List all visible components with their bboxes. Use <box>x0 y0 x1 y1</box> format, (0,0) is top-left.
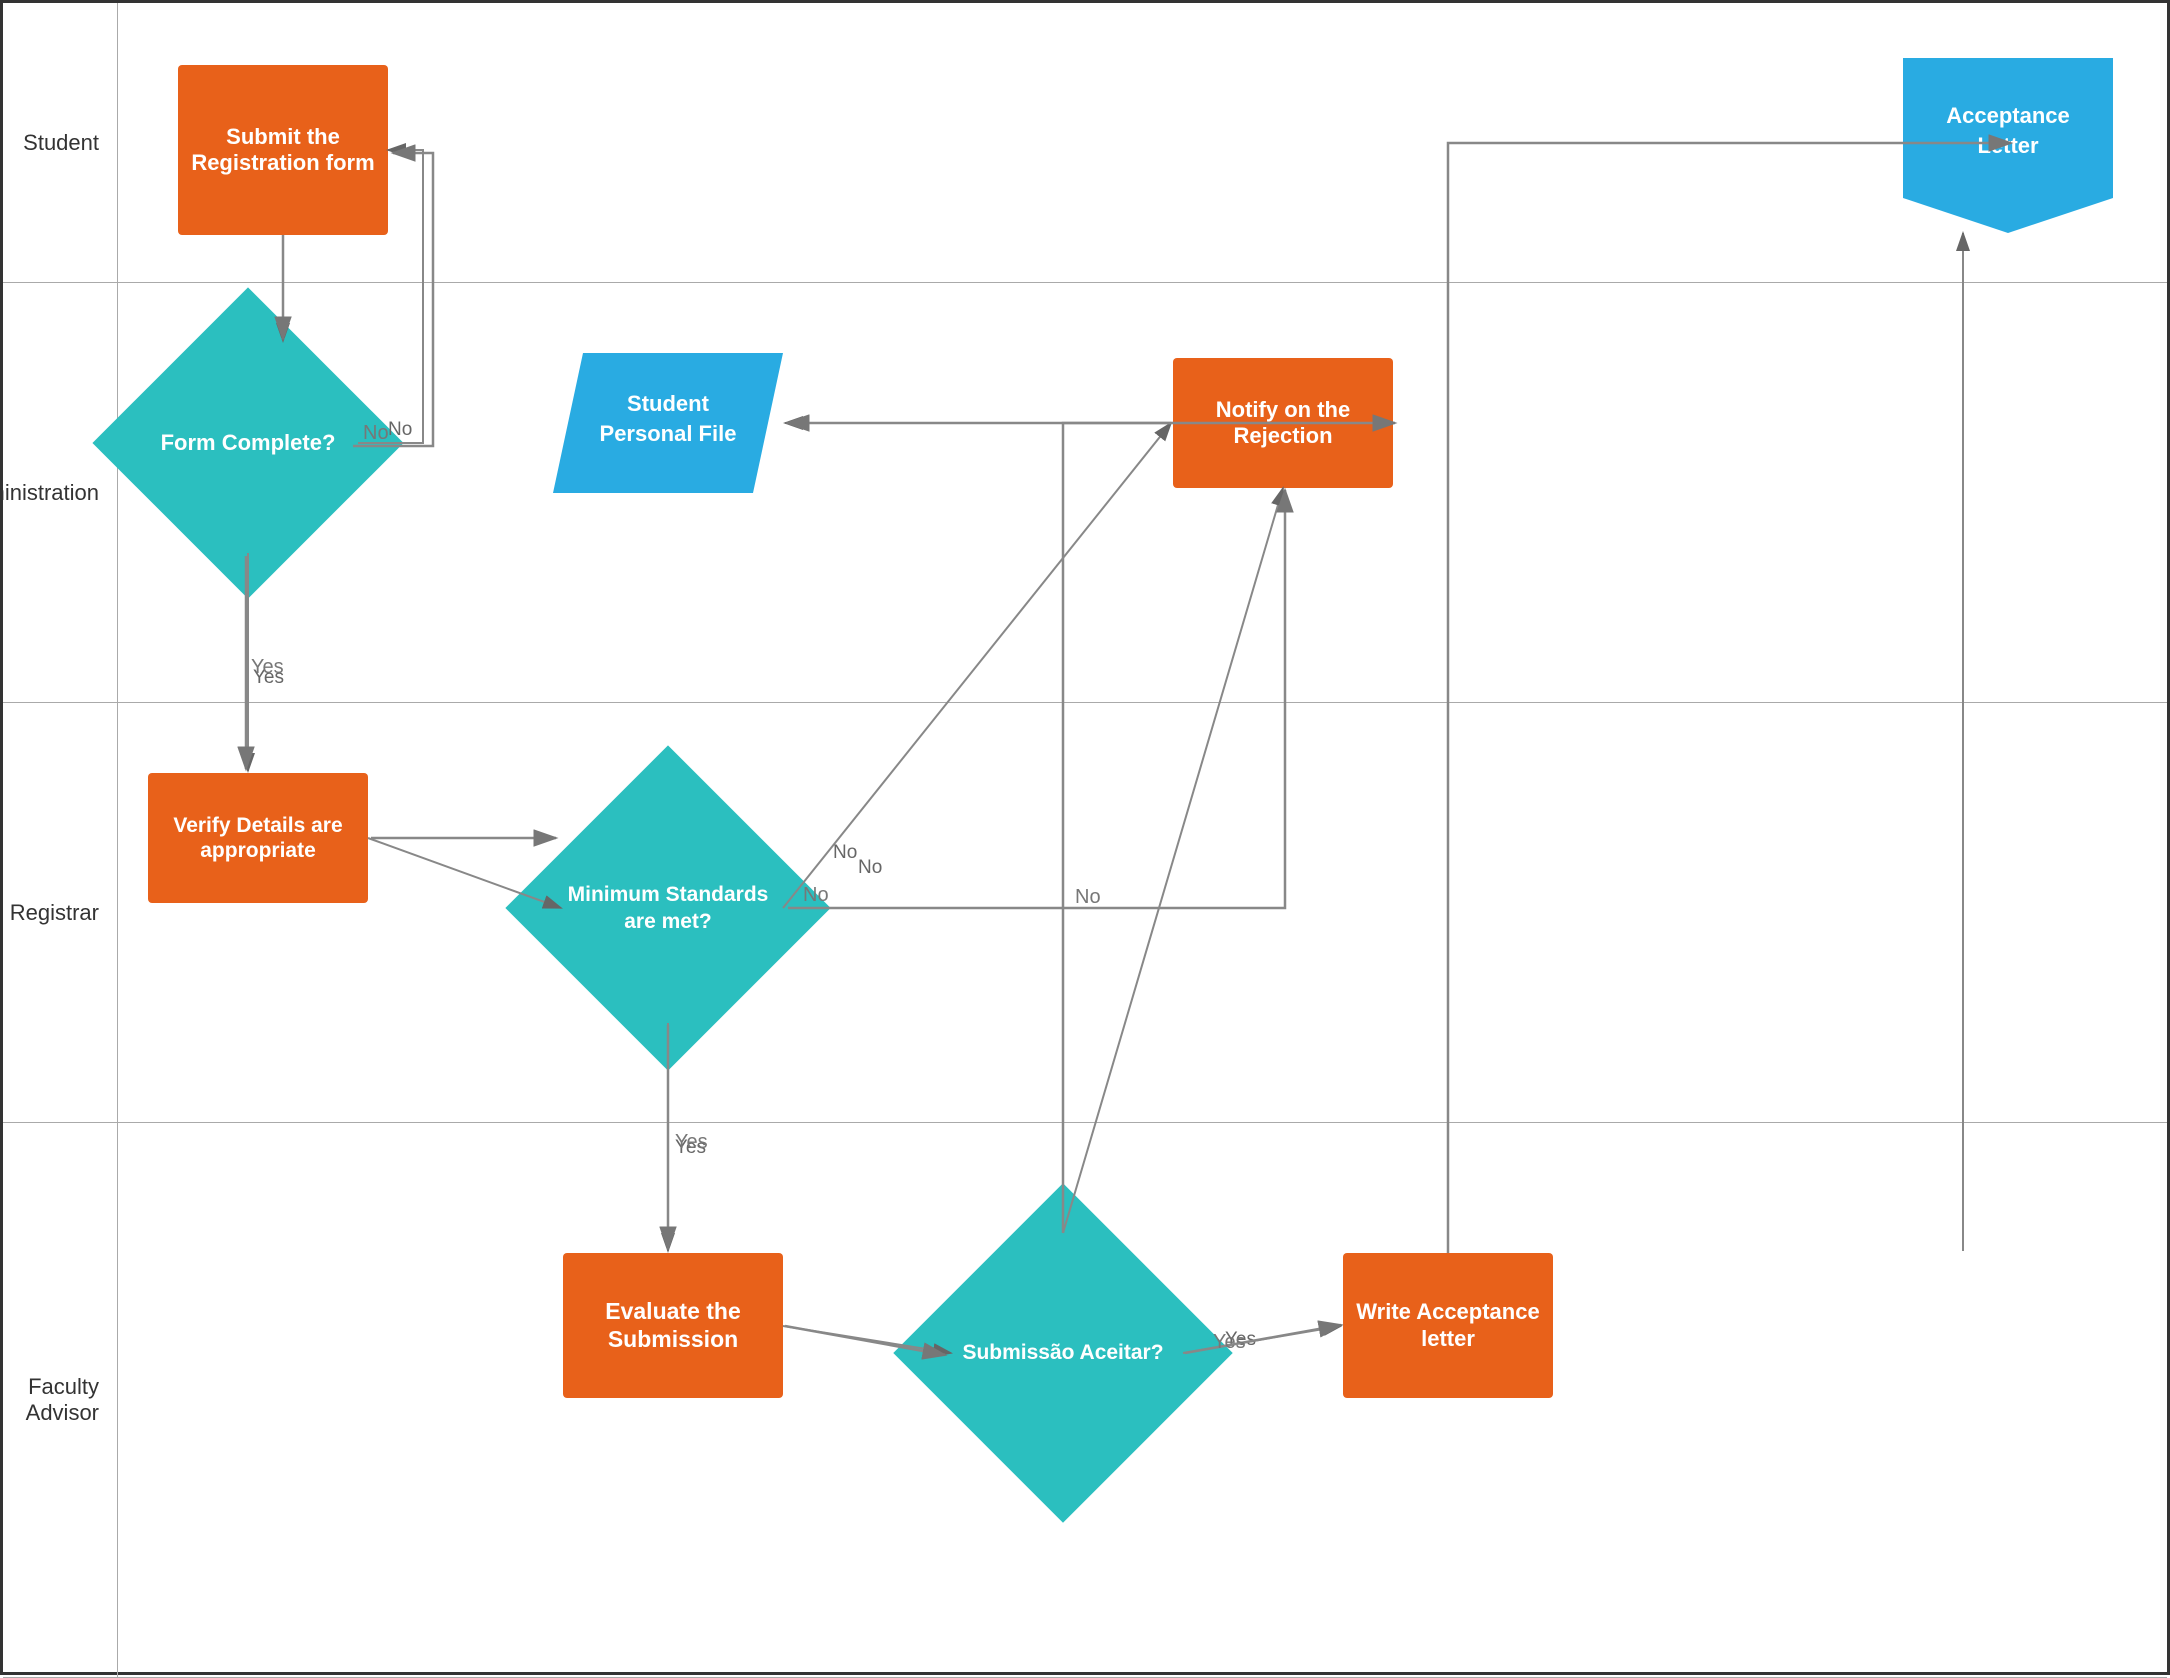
evaluate-submission-shape: Evaluate the Submission <box>563 1253 783 1398</box>
diagram: Student Administration Registrar Faculty… <box>0 0 2170 1675</box>
svg-text:Student: Student <box>627 391 710 416</box>
notify-rejection-label: Notify on the Rejection <box>1173 397 1393 450</box>
form-complete-shape: Form Complete? <box>138 333 358 553</box>
lane-admin-label: Administration <box>3 283 118 702</box>
write-acceptance-label: Write Acceptance letter <box>1343 1299 1553 1352</box>
svg-text:Letter: Letter <box>1977 133 2039 158</box>
submissao-aceitar-label: Submissão Aceitar? <box>943 1233 1183 1473</box>
evaluate-submission-label: Evaluate the Submission <box>563 1298 783 1353</box>
lane-student-label: Student <box>3 3 118 282</box>
verify-details-label: Verify Details are appropriate <box>148 813 368 863</box>
submit-form-label: Submit the Registration form <box>178 124 388 177</box>
svg-text:Personal File: Personal File <box>600 421 737 446</box>
verify-details-shape: Verify Details are appropriate <box>148 773 368 903</box>
acceptance-letter-shape: Acceptance Letter <box>1903 58 2113 233</box>
notify-rejection-shape: Notify on the Rejection <box>1173 358 1393 488</box>
lane-faculty-label: Faculty Advisor <box>3 1123 118 1677</box>
form-complete-label: Form Complete? <box>138 333 358 553</box>
min-standards-label: Minimum Standards are met? <box>553 793 783 1023</box>
submit-form-shape: Submit the Registration form <box>178 65 388 235</box>
lane-registrar-label: Registrar <box>3 703 118 1122</box>
lane-registrar: Registrar <box>3 703 2167 1123</box>
write-acceptance-shape: Write Acceptance letter <box>1343 1253 1553 1398</box>
min-standards-shape: Minimum Standards are met? <box>553 793 783 1023</box>
submissao-aceitar-shape: Submissão Aceitar? <box>943 1233 1183 1473</box>
svg-text:Acceptance: Acceptance <box>1946 103 2070 128</box>
student-personal-file-shape: Student Personal File <box>553 353 783 493</box>
